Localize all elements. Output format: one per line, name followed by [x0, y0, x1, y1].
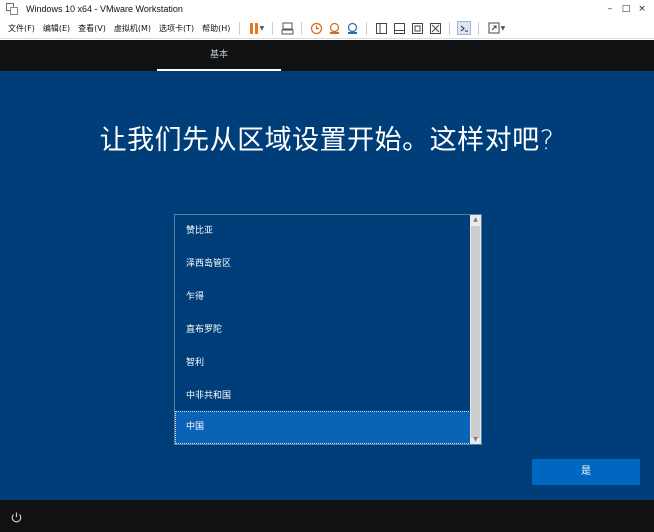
setup-header	[0, 40, 654, 71]
yes-button[interactable]: 是	[532, 459, 640, 485]
list-item[interactable]: 赞比亚	[175, 215, 471, 248]
menu-file[interactable]: 文件(F)	[0, 23, 39, 34]
send-ctrl-alt-del-icon[interactable]	[280, 21, 294, 35]
accessibility-icon[interactable]	[10, 509, 23, 523]
menu-tabs[interactable]: 选项卡(T)	[155, 23, 198, 34]
vmware-logo-icon	[6, 3, 18, 15]
region-list-scrollbar[interactable]: ▲ ▼	[470, 215, 481, 444]
list-item[interactable]: 中非共和国	[175, 380, 471, 413]
toolbar-separator	[301, 21, 303, 35]
toolbar-separator	[449, 21, 451, 35]
toolbar-separator	[272, 21, 274, 35]
list-item[interactable]: 泽西岛管区	[175, 248, 471, 281]
menu-help[interactable]: 帮助(H)	[198, 23, 234, 34]
full-screen-icon[interactable]: ▼	[486, 21, 506, 35]
scroll-down-icon[interactable]: ▼	[470, 435, 481, 444]
region-list[interactable]: 赞比亚 泽西岛管区 乍得 直布罗陀 智利 中非共和国 中国	[174, 214, 482, 445]
title-bar: Windows 10 x64 - VMware Workstation – □ …	[0, 0, 654, 18]
toolbar-separator	[366, 21, 368, 35]
scroll-thumb[interactable]	[471, 226, 480, 438]
toolbar-separator	[239, 21, 241, 35]
menu-view[interactable]: 查看(V)	[74, 23, 110, 34]
thumbnail-bar-icon[interactable]	[392, 21, 406, 35]
setup-footer	[0, 500, 654, 532]
close-button[interactable]: ×	[634, 4, 650, 14]
library-icon[interactable]	[374, 21, 388, 35]
scroll-up-icon[interactable]: ▲	[470, 215, 481, 224]
menu-vm[interactable]: 虚拟机(M)	[110, 23, 155, 34]
fit-guest-icon[interactable]	[410, 21, 424, 35]
console-view-icon[interactable]	[457, 21, 472, 35]
tab-basic[interactable]: 基本	[157, 40, 281, 71]
list-item[interactable]: 直布罗陀	[175, 314, 471, 347]
revert-snapshot-icon[interactable]	[327, 21, 341, 35]
list-item[interactable]: 乍得	[175, 281, 471, 314]
pause-icon[interactable]: ▼	[247, 21, 265, 35]
maximize-button[interactable]: □	[618, 4, 634, 14]
unity-icon[interactable]	[428, 21, 442, 35]
minimize-button[interactable]: –	[602, 4, 618, 14]
page-title: 让我们先从区域设置开始。这样对吧?	[99, 125, 555, 156]
window-controls: – □ ×	[602, 0, 650, 18]
toolbar-separator	[478, 21, 480, 35]
menu-toolbar: 文件(F) 编辑(E) 查看(V) 虚拟机(M) 选项卡(T) 帮助(H) ▼ …	[0, 18, 654, 39]
window-title: Windows 10 x64 - VMware Workstation	[26, 4, 183, 14]
menu-edit[interactable]: 编辑(E)	[39, 23, 74, 34]
snapshot-manager-icon[interactable]	[345, 21, 359, 35]
snapshot-icon[interactable]	[309, 21, 323, 35]
list-item[interactable]: 智利	[175, 347, 471, 380]
list-item-selected[interactable]: 中国	[175, 411, 471, 444]
